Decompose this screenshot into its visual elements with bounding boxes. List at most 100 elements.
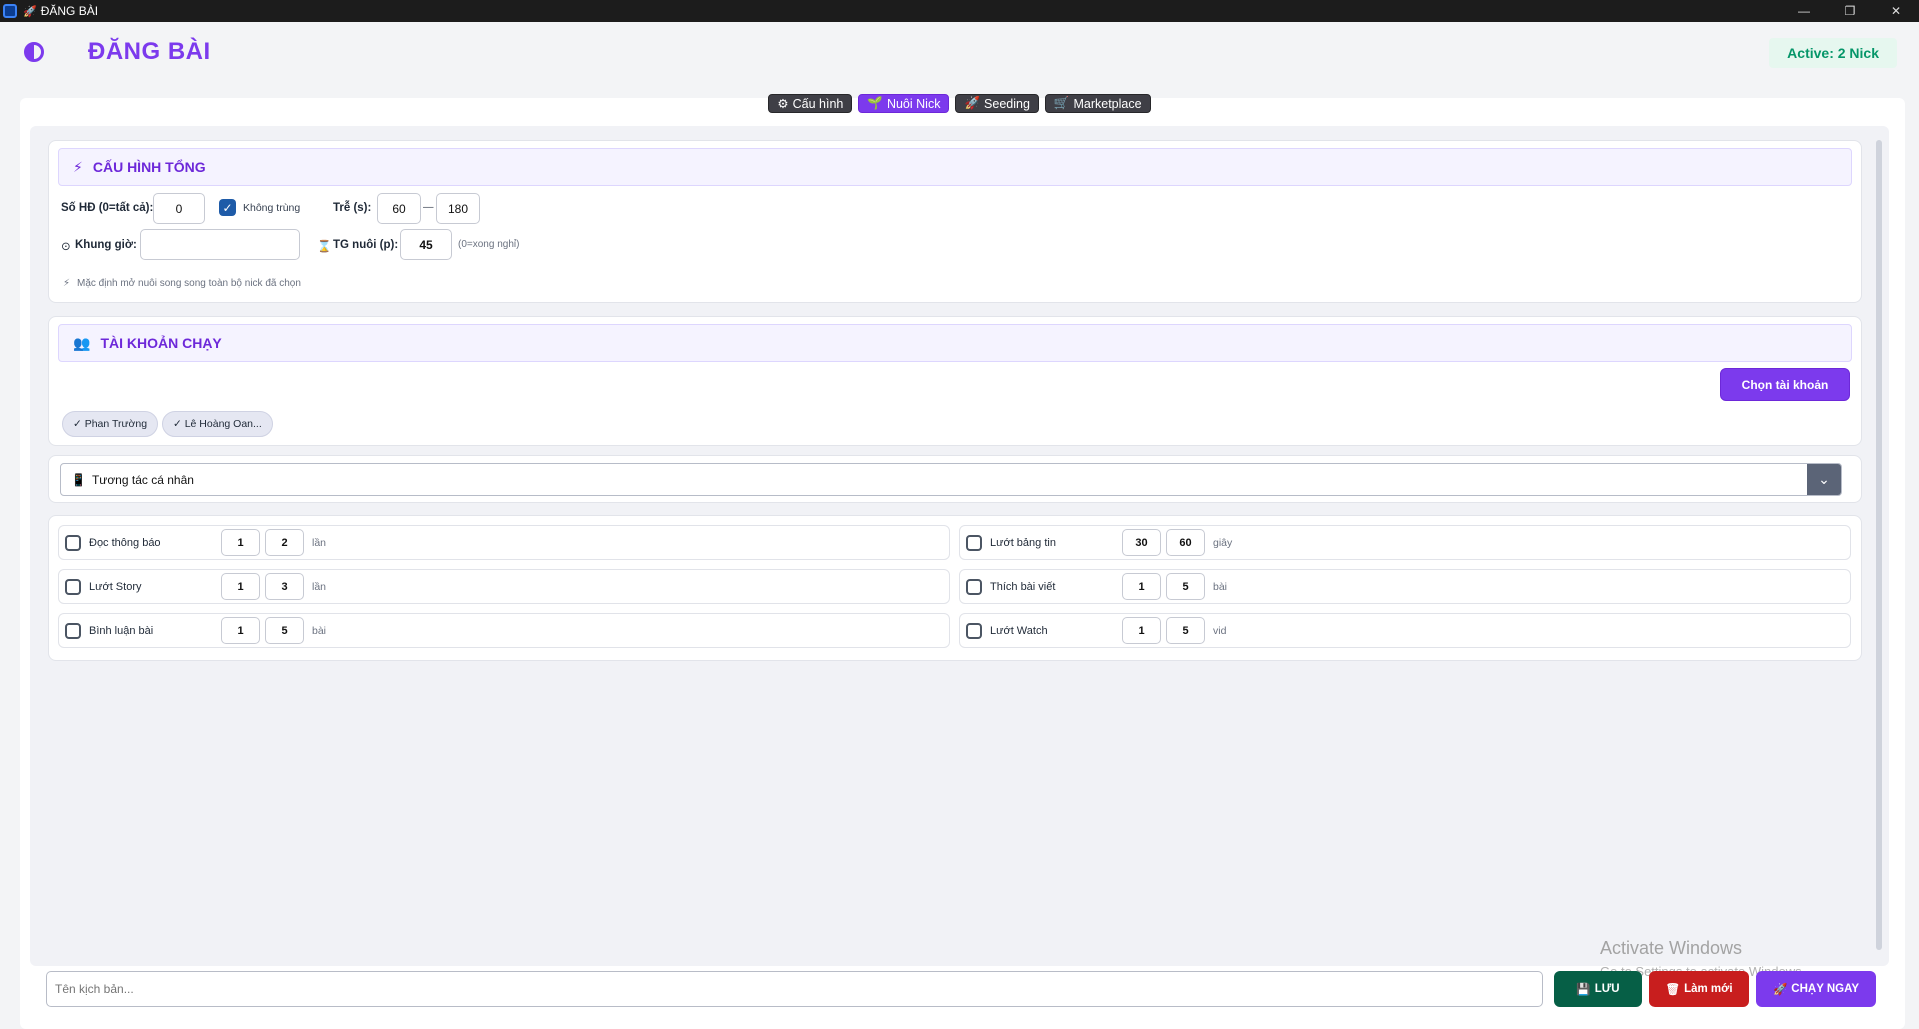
tg-nuoi-input[interactable] [400, 229, 452, 260]
binh-luan-bai-checkbox[interactable] [65, 623, 81, 639]
tab-label: Marketplace [1073, 96, 1142, 111]
config-section-header: ⚡ CẤU HÌNH TỔNG [58, 148, 1852, 186]
trash-icon: 🗑 [1665, 984, 1681, 996]
lightning-icon: ⚡ [73, 158, 83, 175]
option-max-input[interactable] [265, 529, 304, 556]
option-min-input[interactable] [1122, 529, 1161, 556]
activate-windows-watermark: Activate Windows [1600, 938, 1743, 958]
option-label: Lướt bảng tin [990, 537, 1056, 549]
option-max-input[interactable] [1166, 529, 1205, 556]
tab-nuoi-nick[interactable]: 🌱 Nuôi Nick [858, 94, 950, 113]
config-card: ⚡ CẤU HÌNH TỔNG [48, 140, 1862, 303]
khung-gio-input[interactable] [140, 229, 300, 260]
option-min-input[interactable] [221, 573, 260, 600]
option-row-doc-thong-bao: Đọc thông báo lần [58, 525, 950, 560]
option-row-luot-watch: Lướt Watch vid [959, 613, 1851, 648]
chevron-down-icon[interactable]: ⌄ [1807, 464, 1841, 495]
account-chip-phan-truong[interactable]: ✓ Phan Trường [62, 411, 159, 437]
option-max-input[interactable] [265, 573, 304, 600]
option-label: Thích bài viết [990, 581, 1056, 593]
save-button[interactable]: 💾 LƯU [1554, 971, 1642, 1007]
khong-trung-checkbox[interactable]: ✓ [219, 199, 236, 216]
so-hd-label: Số HĐ (0=tất cả): [61, 202, 154, 214]
rocket-icon: 🚀 [23, 5, 37, 18]
clock-icon: ⊙ [61, 241, 71, 253]
option-max-input[interactable] [265, 617, 304, 644]
option-min-input[interactable] [221, 617, 260, 644]
reset-button[interactable]: 🗑 Làm mới [1649, 971, 1749, 1007]
account-chip-le-hoang-oan[interactable]: ✓ Lê Hoàng Oan... [162, 411, 273, 437]
sprout-icon: 🌱 [867, 96, 883, 110]
option-min-input[interactable] [221, 529, 260, 556]
tab-cau-hinh[interactable]: ⚙ Cấu hình [768, 94, 853, 113]
option-unit: bài [312, 625, 327, 637]
tab-label: Cấu hình [792, 96, 844, 111]
save-label: LƯU [1594, 983, 1620, 995]
choose-account-button[interactable]: Chọn tài khoản [1720, 368, 1850, 401]
option-row-binh-luan-bai: Bình luận bài bài [58, 613, 950, 648]
option-row-luot-story: Lướt Story lần [58, 569, 950, 604]
reset-label: Làm mới [1684, 983, 1733, 995]
option-unit: bài [1213, 581, 1228, 593]
logo-icon [24, 42, 44, 62]
tab-label: Seeding [984, 96, 1030, 111]
option-unit: lần [312, 537, 327, 549]
tre-min-input[interactable] [377, 193, 421, 224]
option-unit: giây [1213, 537, 1233, 549]
gear-icon: ⚙ [777, 97, 789, 111]
option-max-input[interactable] [1166, 573, 1205, 600]
option-unit: vid [1213, 625, 1227, 637]
script-name-input[interactable] [46, 971, 1543, 1007]
window-title: ĐĂNG BÀI [40, 4, 99, 18]
minimize-button[interactable]: — [1781, 0, 1827, 22]
tab-seeding[interactable]: 🚀 Seeding [955, 94, 1039, 113]
tg-nuoi-hint: (0=xong nghỉ) [458, 239, 520, 250]
run-label: CHẠY NGAY [1791, 983, 1860, 995]
active-nick-badge: Active: 2 Nick [1769, 38, 1897, 68]
option-min-input[interactable] [1122, 573, 1161, 600]
option-row-luot-bang-tin: Lướt bảng tin giây [959, 525, 1851, 560]
luot-bang-tin-checkbox[interactable] [966, 535, 982, 551]
rocket-icon: 🚀 [1772, 984, 1788, 996]
bottom-action-bar: 💾 LƯU 🗑 Làm mới 🚀 CHẠY NGAY [38, 963, 1888, 1013]
so-hd-input[interactable] [153, 193, 205, 224]
phone-icon: 📱 [71, 472, 86, 487]
users-icon: 👥 [73, 334, 91, 351]
luot-watch-checkbox[interactable] [966, 623, 982, 639]
option-label: Đọc thông báo [89, 537, 161, 549]
config-note: Mặc định mở nuôi song song toàn bộ nick … [77, 278, 301, 289]
run-now-button[interactable]: 🚀 CHẠY NGAY [1756, 971, 1876, 1007]
option-label: Bình luận bài [89, 625, 154, 637]
close-button[interactable]: ✕ [1873, 0, 1919, 22]
luot-story-checkbox[interactable] [65, 579, 81, 595]
cart-icon: 🛒 [1053, 96, 1070, 110]
option-row-thich-bai-viet: Thích bài viết bài [959, 569, 1851, 604]
khong-trung-label: Không trùng [243, 202, 301, 214]
tre-label: Trễ (s): [333, 202, 372, 214]
floppy-icon: 💾 [1576, 984, 1591, 996]
accounts-section-header: 👥 TÀI KHOẢN CHẠY [58, 324, 1852, 362]
option-min-input[interactable] [1122, 617, 1161, 644]
tre-max-input[interactable] [436, 193, 480, 224]
option-label: Lướt Watch [990, 625, 1048, 637]
app-header: ĐĂNG BÀI Active: 2 Nick [0, 22, 1919, 97]
tab-label: Nuôi Nick [886, 96, 941, 111]
rocket-icon: 🚀 [964, 96, 981, 110]
tre-separator: — [423, 201, 434, 213]
mode-select[interactable]: 📱 Tương tác cá nhân ⌄ [60, 463, 1842, 496]
accounts-section-title: TÀI KHOẢN CHẠY [100, 335, 222, 351]
option-max-input[interactable] [1166, 617, 1205, 644]
window-titlebar: 🚀 ĐĂNG BÀI — ❐ ✕ [0, 0, 1919, 22]
hourglass-icon: ⌛ [317, 241, 332, 253]
restore-button[interactable]: ❐ [1827, 0, 1873, 22]
app-icon [3, 4, 17, 18]
accounts-card: 👥 TÀI KHOẢN CHẠY [48, 316, 1862, 446]
page-title: ĐĂNG BÀI [88, 38, 211, 65]
option-label: Lướt Story [89, 581, 142, 593]
tab-bar: ⚙ Cấu hình 🌱 Nuôi Nick 🚀 Seeding 🛒 Marke… [0, 94, 1919, 113]
vertical-scrollbar[interactable] [1876, 140, 1882, 950]
doc-thong-bao-checkbox[interactable] [65, 535, 81, 551]
mode-select-value: Tương tác cá nhân [91, 472, 194, 487]
thich-bai-viet-checkbox[interactable] [966, 579, 982, 595]
tab-marketplace[interactable]: 🛒 Marketplace [1044, 94, 1151, 113]
